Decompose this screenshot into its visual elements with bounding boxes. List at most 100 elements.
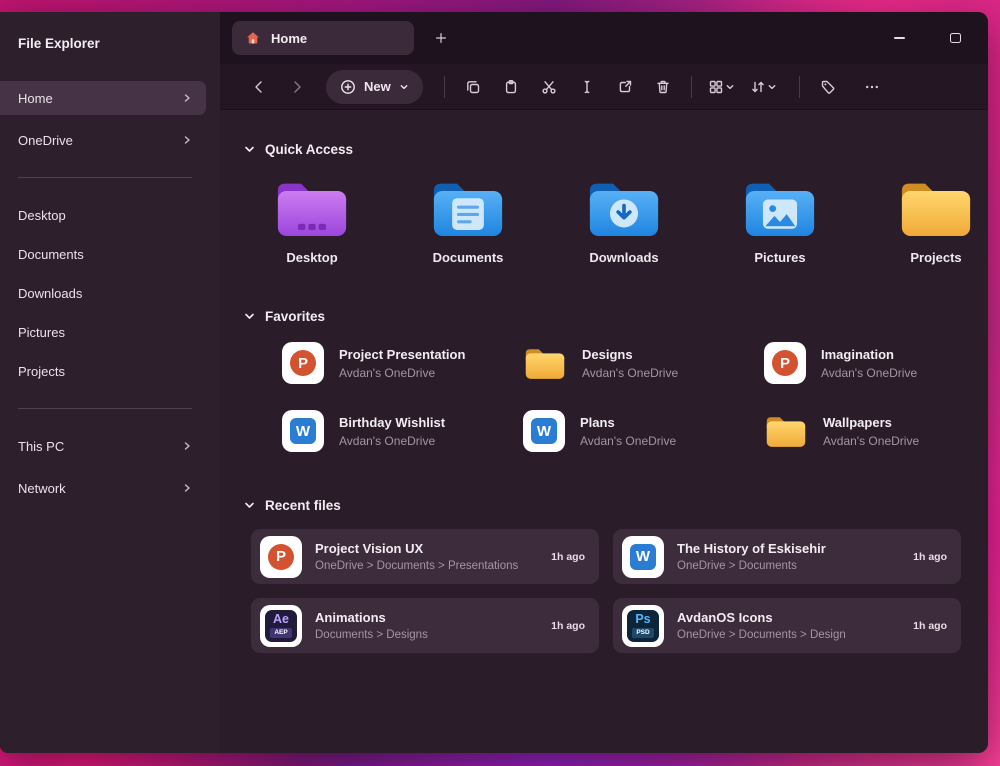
quick-access-item-desktop[interactable]: Desktop (262, 175, 362, 265)
word-file-icon: W (523, 410, 565, 452)
new-button[interactable]: New (326, 69, 423, 104)
share-button[interactable] (606, 70, 644, 104)
quick-access-item-downloads[interactable]: Downloads (574, 175, 674, 265)
tab-home[interactable]: Home (232, 21, 414, 55)
sidebar-item-label: Pictures (18, 324, 65, 340)
section-title: Favorites (265, 309, 326, 324)
rename-button[interactable] (568, 70, 606, 104)
favorite-item[interactable]: Designs Avdan's OneDrive (523, 342, 764, 384)
chevron-down-icon[interactable] (725, 82, 735, 92)
quick-access-item-documents[interactable]: Documents (418, 175, 518, 265)
sidebar-item-onedrive[interactable]: OneDrive (0, 123, 206, 157)
photoshop-logo: Ps (635, 612, 651, 627)
file-explorer-window: File Explorer Home OneDrive Desktop Docu… (0, 12, 988, 753)
back-icon (255, 80, 262, 93)
favorite-item[interactable]: P Imagination Avdan's OneDrive (764, 342, 988, 384)
section-header-quick-access[interactable]: Quick Access (244, 142, 988, 157)
sidebar-item-label: This PC (18, 438, 65, 454)
forward-button[interactable] (278, 70, 316, 104)
trash-icon (657, 80, 669, 93)
sidebar-item-pictures[interactable]: Pictures (0, 314, 206, 350)
minimize-button[interactable] (886, 25, 912, 51)
favorite-location: Avdan's OneDrive (823, 433, 920, 448)
favorite-location: Avdan's OneDrive (339, 433, 436, 448)
new-tab-button[interactable] (426, 23, 456, 53)
chevron-right-icon (184, 484, 190, 492)
sidebar-item-network[interactable]: Network (0, 471, 206, 505)
section-header-favorites[interactable]: Favorites (244, 309, 988, 324)
favorite-name: Birthday Wishlist (339, 414, 446, 430)
pictures-folder-icon (741, 175, 819, 241)
sidebar-item-label: Network (18, 480, 66, 496)
quick-access-item-projects[interactable]: Projects (886, 175, 986, 265)
sidebar-item-label: Downloads (18, 285, 83, 301)
copy-button[interactable] (454, 70, 492, 104)
delete-button[interactable] (644, 70, 682, 104)
favorite-item[interactable]: Wallpapers Avdan's OneDrive (764, 410, 988, 452)
downloads-folder-icon (585, 175, 663, 241)
after-effects-file-icon: Ae AEP (260, 604, 302, 647)
rename-icon (584, 80, 590, 93)
sidebar: File Explorer Home OneDrive Desktop Docu… (0, 12, 220, 753)
tag-icon (821, 80, 835, 94)
sidebar-item-home[interactable]: Home (0, 81, 206, 115)
word-file-icon: W (282, 410, 324, 452)
folder-icon (523, 344, 567, 382)
favorite-item[interactable]: W Birthday Wishlist Avdan's OneDrive (282, 410, 523, 452)
sidebar-item-desktop[interactable]: Desktop (0, 197, 206, 233)
chevron-down-icon[interactable] (767, 82, 777, 92)
plus-icon (436, 33, 446, 43)
section-title: Recent files (265, 498, 341, 513)
sidebar-item-downloads[interactable]: Downloads (0, 275, 206, 311)
quick-access-label: Downloads (589, 250, 659, 265)
sidebar-item-this-pc[interactable]: This PC (0, 429, 206, 463)
folder-icon (764, 412, 808, 450)
favorite-name: Imagination (821, 346, 894, 362)
favorite-location: Avdan's OneDrive (580, 433, 677, 448)
cut-icon (542, 80, 556, 94)
tab-bar: Home (220, 12, 988, 64)
plus-circle-icon (341, 79, 355, 94)
sidebar-item-label: Desktop (18, 207, 66, 223)
recent-file-name: Project Vision UX (315, 541, 424, 556)
recent-file-name: Animations (315, 610, 386, 625)
favorite-item[interactable]: P Project Presentation Avdan's OneDrive (282, 342, 523, 384)
tag-button[interactable] (809, 70, 847, 104)
powerpoint-logo: P (290, 350, 316, 376)
toolbar: New (220, 64, 988, 110)
projects-folder-icon (897, 175, 975, 241)
quick-access-label: Desktop (286, 250, 338, 265)
favorite-name: Designs (582, 346, 633, 362)
home-icon (245, 30, 261, 46)
section-recent-files: Recent files P Project Vision UX OneDriv… (244, 498, 988, 653)
cut-button[interactable] (530, 70, 568, 104)
new-button-label: New (364, 79, 391, 94)
chevron-right-icon (184, 94, 190, 102)
sidebar-item-documents[interactable]: Documents (0, 236, 206, 272)
toolbar-divider (690, 75, 692, 98)
favorite-item[interactable]: W Plans Avdan's OneDrive (523, 410, 764, 452)
recent-file-time: 1h ago (551, 619, 585, 632)
quick-access-item-pictures[interactable]: Pictures (730, 175, 830, 265)
sidebar-item-label: Home (18, 90, 53, 106)
favorite-location: Avdan's OneDrive (339, 365, 436, 380)
word-logo: W (290, 418, 316, 444)
recent-file-card[interactable]: P Project Vision UX OneDrive > Documents… (251, 529, 599, 584)
copy-icon (466, 80, 479, 93)
more-options-button[interactable] (853, 70, 891, 104)
sort-icon (751, 81, 764, 92)
maximize-button[interactable] (942, 25, 968, 51)
sidebar-item-projects[interactable]: Projects (0, 353, 206, 389)
chevron-right-icon (184, 136, 190, 144)
recent-file-card[interactable]: Ae AEP Animations Documents > Designs 1h… (251, 598, 599, 653)
section-favorites: Favorites P Project Presentation Avdan's… (244, 309, 988, 452)
sidebar-divider (18, 408, 192, 409)
recent-file-card[interactable]: Ps PSD AvdanOS Icons OneDrive > Document… (613, 598, 961, 653)
section-header-recent-files[interactable]: Recent files (244, 498, 988, 513)
paste-button[interactable] (492, 70, 530, 104)
recent-file-card[interactable]: W The History of Eskisehir OneDrive > Do… (613, 529, 961, 584)
recent-file-path: OneDrive > Documents > Design (677, 629, 846, 641)
back-button[interactable] (240, 70, 278, 104)
section-quick-access: Quick Access Desktop Documents Downloads (244, 142, 988, 265)
quick-access-label: Projects (910, 250, 962, 265)
